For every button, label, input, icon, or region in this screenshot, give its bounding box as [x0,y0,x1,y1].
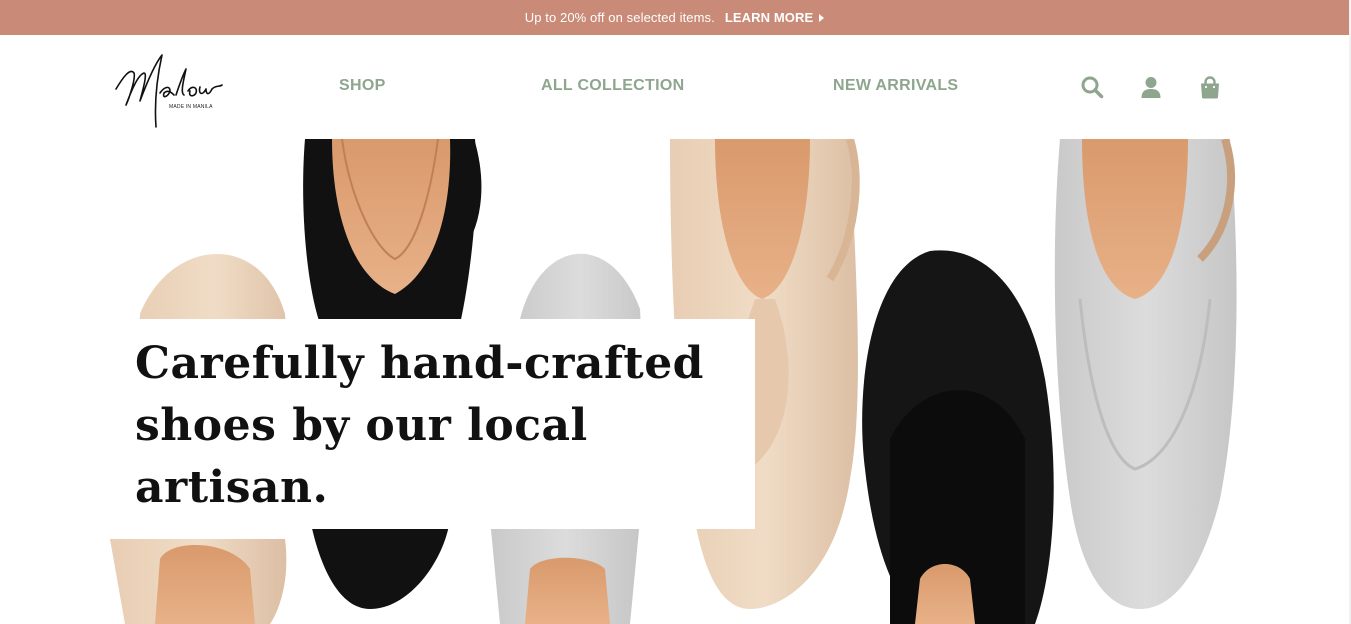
promo-bar: Up to 20% off on selected items. LEARN M… [0,0,1349,35]
shopping-bag-icon[interactable] [1198,75,1222,99]
logo-script-mark [115,54,223,128]
site-header: MADE IN MANILA SHOP ALL COLLECTION NEW A… [0,35,1349,139]
learn-more-label: LEARN MORE [724,10,814,25]
hero-text-card: Carefully hand-crafted shoes by our loca… [110,319,755,529]
nav-all-collection[interactable]: ALL COLLECTION [541,77,684,95]
learn-more-link[interactable]: LEARN MORE [724,10,825,25]
nav-new-arrivals[interactable]: NEW ARRIVALS [833,77,958,95]
user-icon[interactable] [1139,75,1163,99]
nav-shop[interactable]: SHOP [339,77,386,95]
caret-right-icon [819,13,825,22]
promo-text: Up to 20% off on selected items. [524,10,715,25]
brand-logo[interactable]: MADE IN MANILA [112,49,228,131]
hero-headline: Carefully hand-crafted shoes by our loca… [135,338,704,513]
logo-tagline: MADE IN MANILA [169,104,213,110]
search-icon[interactable] [1080,75,1104,99]
